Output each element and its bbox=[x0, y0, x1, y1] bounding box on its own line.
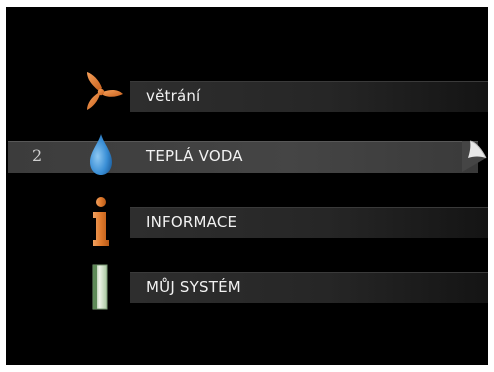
menu-item-label: MŮJ SYSTÉM bbox=[146, 278, 241, 296]
water-drop-icon bbox=[74, 130, 128, 182]
menu-item-information[interactable]: INFORMACE bbox=[6, 196, 488, 248]
menu-item-label: INFORMACE bbox=[146, 213, 238, 231]
menu-screen: větrání 2 TEPLÁ VODA INFORMACE MŮJ SYSTÉ… bbox=[6, 7, 488, 365]
menu-item-index: 2 bbox=[32, 146, 43, 165]
menu-item-ventilation[interactable]: větrání bbox=[6, 70, 488, 122]
menu-item-hot-water[interactable]: 2 TEPLÁ VODA bbox=[6, 130, 488, 182]
menu-item-label: TEPLÁ VODA bbox=[146, 147, 243, 165]
system-panel-icon bbox=[74, 261, 128, 313]
info-icon bbox=[74, 196, 128, 248]
page-curl-icon bbox=[462, 140, 487, 172]
fan-icon bbox=[74, 70, 128, 122]
menu-item-my-system[interactable]: MŮJ SYSTÉM bbox=[6, 261, 488, 313]
menu-item-label: větrání bbox=[146, 87, 201, 105]
